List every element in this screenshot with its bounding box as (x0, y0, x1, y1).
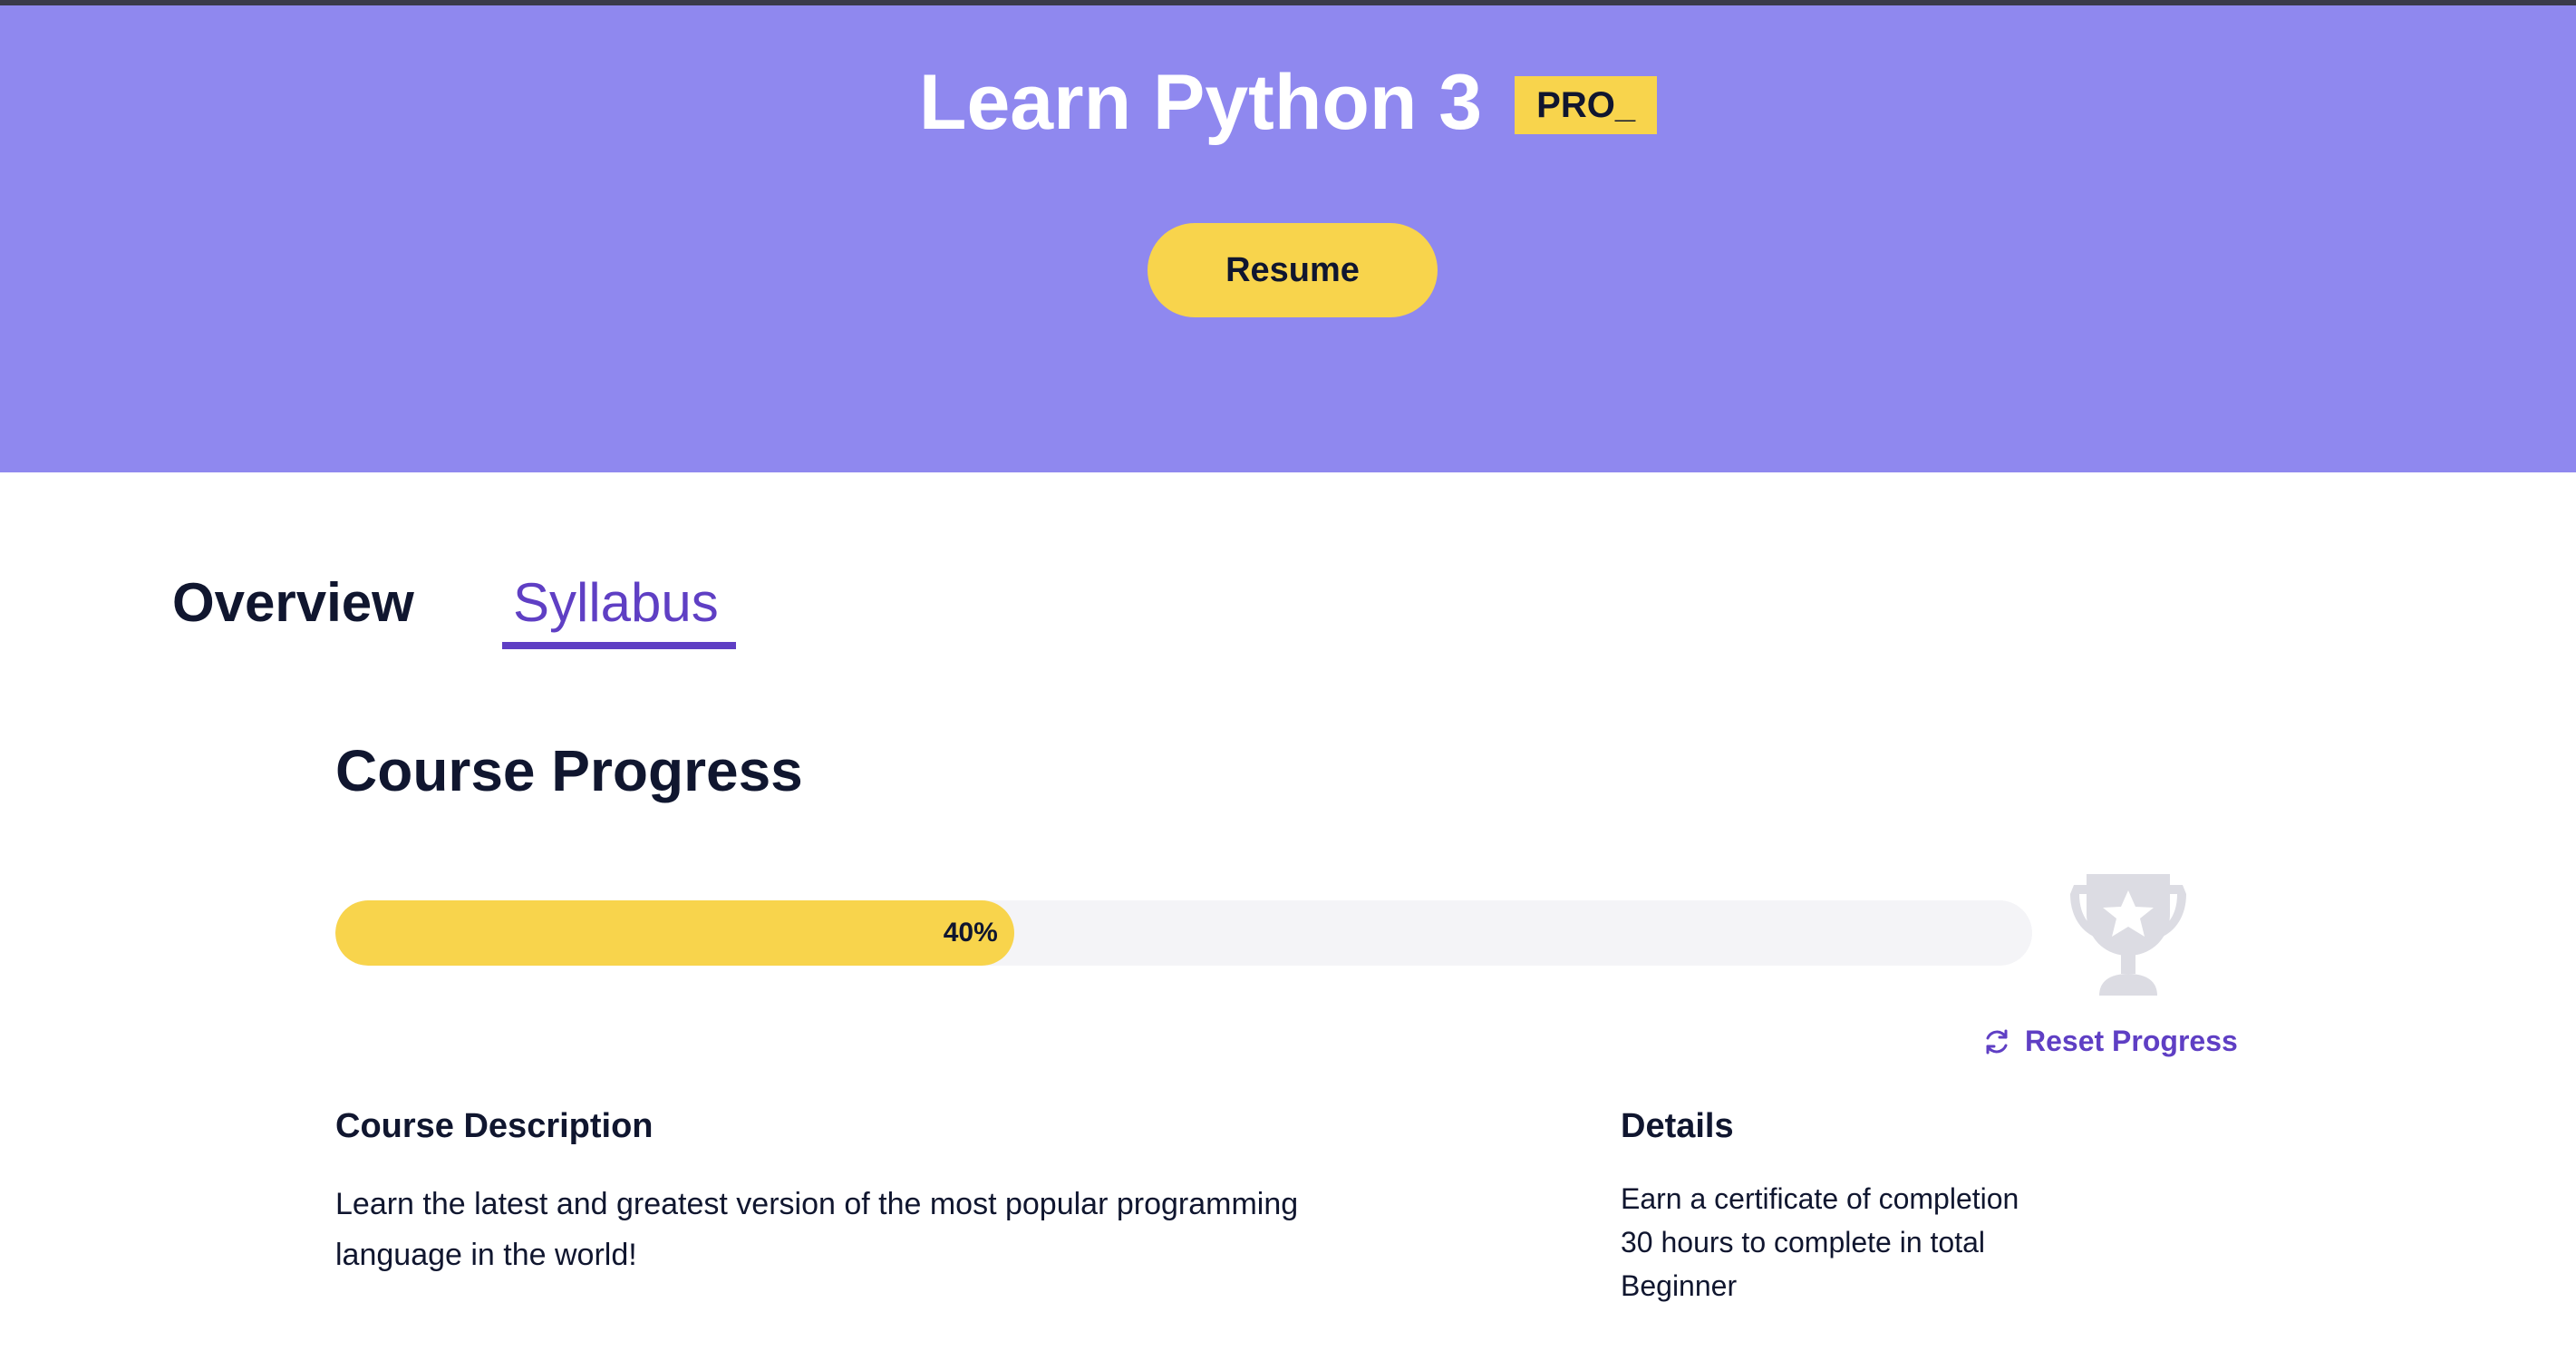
pro-badge: PRO_ (1515, 76, 1658, 134)
trophy-icon (2056, 860, 2201, 1005)
course-description-heading: Course Description (335, 1107, 654, 1145)
course-title: Learn Python 3 (918, 59, 1483, 146)
course-description-text: Learn the latest and greatest version of… (335, 1187, 1299, 1272)
details-heading: Details (1621, 1107, 1734, 1145)
hero-title-row: Learn Python 3 PRO_ (0, 53, 2576, 152)
details-item-level: Beginner (1621, 1269, 1738, 1302)
refresh-icon (1986, 1029, 2008, 1054)
details-item-certificate: Earn a certificate of completion (1621, 1182, 2019, 1215)
reset-progress-label: Reset Progress (2025, 1025, 2238, 1057)
active-tab-underline (502, 642, 736, 649)
resume-button[interactable]: Resume (1148, 223, 1438, 317)
course-hero: Learn Python 3 PRO_ Resume (0, 5, 2576, 472)
tab-overview[interactable]: Overview (172, 562, 414, 644)
tab-syllabus[interactable]: Syllabus (513, 562, 719, 644)
details-item-duration: 30 hours to complete in total (1621, 1226, 1986, 1259)
details-list: Earn a certificate of completion 30 hour… (1621, 1177, 2019, 1307)
reset-progress-link[interactable]: Reset Progress (1981, 1025, 2238, 1058)
progress-percent-label: 40% (943, 918, 998, 948)
course-progress-heading: Course Progress (335, 738, 803, 803)
progress-bar: 40% (335, 900, 2032, 966)
